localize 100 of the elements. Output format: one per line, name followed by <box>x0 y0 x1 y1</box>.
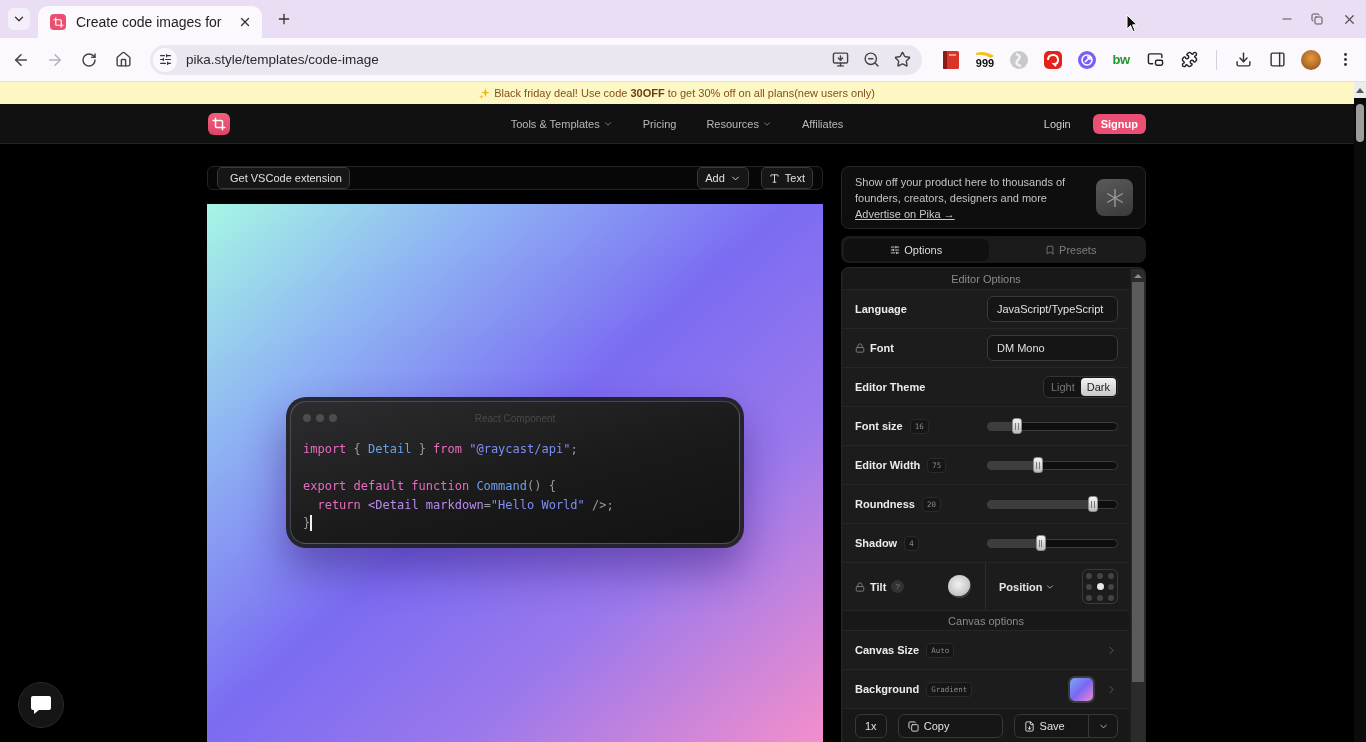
position-dot[interactable] <box>1086 594 1092 601</box>
copy-icon <box>907 720 919 732</box>
ad-text: Show off your product here to thousands of founders, creators, designers and more <box>855 174 1067 206</box>
slider-thumb[interactable] <box>1033 457 1044 473</box>
option-label: Editor Width <box>855 459 921 471</box>
side-panel-icon[interactable] <box>1268 51 1286 68</box>
restore-icon[interactable] <box>1311 13 1323 25</box>
home-icon[interactable] <box>114 51 132 68</box>
code-line: return <Detail markdown="Hello World" />; <box>316 497 614 512</box>
option-label: Font <box>870 342 894 354</box>
chat-bubble-icon <box>30 695 52 715</box>
position-dot[interactable] <box>1096 583 1104 590</box>
position-dot[interactable] <box>1086 583 1092 590</box>
select-field[interactable]: JavaScript/TypeScript <box>987 296 1118 322</box>
position-dropdown[interactable]: Position <box>999 580 1056 593</box>
toggle-option[interactable]: Light <box>1044 378 1081 396</box>
code-line: export default function Command() { <box>303 479 556 494</box>
extension-logo-text[interactable]: bw <box>1112 52 1130 67</box>
save-button[interactable]: Save <box>1013 714 1089 738</box>
code-line: } <box>303 516 311 531</box>
option-label: Shadow <box>855 537 898 549</box>
puzzle-icon[interactable] <box>1180 51 1198 68</box>
select-field[interactable]: DM Mono <box>987 335 1118 361</box>
option-label: Tilt <box>870 580 887 593</box>
position-dot[interactable] <box>1097 572 1103 579</box>
reload-icon[interactable] <box>81 51 97 68</box>
install-app-icon[interactable] <box>832 51 849 68</box>
download-icon[interactable] <box>1234 51 1252 68</box>
nav-link[interactable]: Resources <box>706 117 772 130</box>
site-info-icon[interactable] <box>153 47 177 72</box>
swatch-icon[interactable] <box>1068 675 1095 703</box>
theme-toggle[interactable]: Light Dark <box>1042 376 1118 398</box>
login-link[interactable]: Login <box>1043 117 1071 130</box>
sliders-icon <box>890 245 901 255</box>
option-label: Background <box>855 683 920 695</box>
avatar-icon[interactable] <box>1301 49 1321 70</box>
option-label: Font size <box>855 420 903 432</box>
window-dot-icon <box>303 414 311 422</box>
position-grid[interactable] <box>1082 569 1118 604</box>
position-dot[interactable] <box>1097 594 1103 601</box>
section-title: Editor Options <box>843 269 1129 289</box>
copy-button[interactable]: Copy <box>897 714 1003 738</box>
url-text: pika.style/templates/code-image <box>186 52 379 67</box>
section-title: Canvas options <box>843 610 1129 630</box>
asterisk-icon <box>1096 179 1133 216</box>
add-button[interactable]: Add <box>697 167 749 189</box>
slider-thumb[interactable] <box>1035 535 1046 551</box>
slider-thumb[interactable] <box>1088 496 1099 512</box>
panel-tab[interactable]: Presets <box>998 239 1143 261</box>
slider-thumb[interactable] <box>1012 418 1023 434</box>
slider-track[interactable] <box>987 496 1118 512</box>
new-tab-icon[interactable] <box>276 11 292 27</box>
close-icon[interactable] <box>238 15 252 29</box>
text-button[interactable]: Text <box>760 167 813 189</box>
scale-button[interactable]: 1x <box>855 714 887 738</box>
picture-in-picture-icon[interactable] <box>1146 51 1164 68</box>
slider-track[interactable] <box>987 535 1118 551</box>
window-dot-icon <box>316 414 324 422</box>
help-icon[interactable]: ? <box>891 580 905 593</box>
nav-link[interactable]: Tools & Templates <box>510 117 613 130</box>
text-icon <box>768 172 780 184</box>
sparkle-icon <box>479 87 491 99</box>
star-icon[interactable] <box>894 51 911 68</box>
panel-tab[interactable]: Options <box>844 239 989 261</box>
toggle-option[interactable]: Dark <box>1080 378 1116 396</box>
favicon-icon <box>50 14 66 30</box>
tab-list-button[interactable] <box>8 8 30 30</box>
file-download-icon <box>1023 720 1035 732</box>
tab-title: Create code images for <box>76 14 223 30</box>
promo-text: Black friday deal! Use code 30OFF to get 30% off on all plans(new users only) <box>494 87 875 99</box>
zoom-out-icon[interactable] <box>863 51 880 68</box>
nav-link[interactable]: Affiliates <box>801 117 844 130</box>
advertise-link[interactable]: Advertise on Pika → <box>855 205 955 222</box>
loop-square-icon[interactable] <box>1044 50 1062 69</box>
vscode-extension-button[interactable]: Get VSCode extension <box>217 167 350 189</box>
option-label: Canvas Size <box>855 644 920 656</box>
code-line: import { Detail } from "@raycast/api"; <box>303 442 578 457</box>
extension-count: 999 <box>975 57 995 69</box>
signup-button[interactable]: Signup <box>1092 113 1146 134</box>
scroll-up-icon <box>1354 82 1366 98</box>
circle-arrow-icon[interactable] <box>1078 50 1096 69</box>
book-icon[interactable] <box>943 50 959 69</box>
browser-tab[interactable]: Create code images for <box>38 6 262 38</box>
address-bar[interactable]: pika.style/templates/code-image <box>150 44 922 75</box>
option-label: Editor Theme <box>855 381 926 393</box>
position-dot[interactable] <box>1108 572 1114 579</box>
bookmark-icon <box>1045 245 1056 255</box>
tilt-knob[interactable] <box>948 575 971 598</box>
window-dot-icon <box>329 414 337 422</box>
position-dot[interactable] <box>1108 583 1114 590</box>
slider-track[interactable] <box>987 418 1118 434</box>
option-label: Language <box>855 303 907 315</box>
slider-track[interactable] <box>987 457 1118 473</box>
position-dot[interactable] <box>1108 594 1114 601</box>
scroll-up-icon <box>1134 272 1142 280</box>
position-dot[interactable] <box>1086 572 1092 579</box>
nav-link[interactable]: Pricing <box>642 117 677 130</box>
crop-logo-icon[interactable] <box>208 112 230 135</box>
mouse-pointer-icon <box>1126 14 1138 33</box>
scrollbar-thumb <box>1356 104 1364 142</box>
